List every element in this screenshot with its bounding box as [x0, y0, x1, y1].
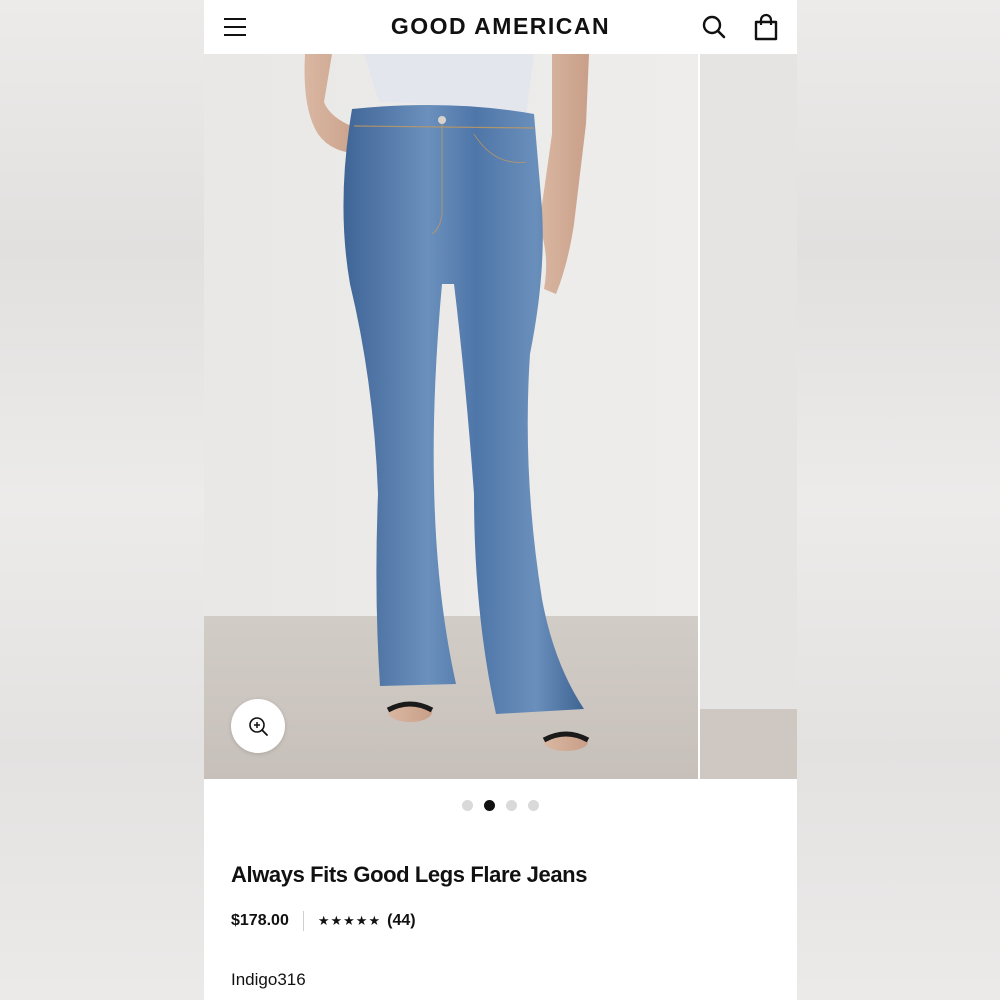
- product-page: GOOD AMERICAN Always Fits Good Legs Flar…: [204, 0, 797, 1000]
- shopping-bag-icon[interactable]: [751, 12, 781, 42]
- search-icon[interactable]: [699, 12, 729, 42]
- divider: [302, 911, 304, 931]
- product-image-next-peek[interactable]: [700, 54, 797, 779]
- zoom-in-icon: [249, 717, 268, 736]
- carousel-pagination: [204, 800, 797, 812]
- site-header: GOOD AMERICAN: [204, 0, 797, 54]
- price-rating-row: $178.00 ★★★★★ (44): [231, 910, 416, 932]
- backdrop-left: [0, 0, 204, 1000]
- backdrop-right: [797, 0, 1000, 1000]
- carousel-dot[interactable]: [528, 800, 539, 811]
- selected-color-name: Indigo316: [231, 970, 306, 989]
- product-image-gallery[interactable]: [204, 54, 797, 779]
- carousel-dot[interactable]: [506, 800, 517, 811]
- review-count[interactable]: (44): [387, 912, 415, 930]
- rating-stars[interactable]: ★★★★★: [318, 913, 381, 929]
- product-image-main[interactable]: [204, 54, 698, 779]
- carousel-dot-active[interactable]: [484, 800, 495, 811]
- product-title: Always Fits Good Legs Flare Jeans: [231, 862, 588, 887]
- zoom-button[interactable]: [231, 699, 285, 753]
- product-price: $178.00: [231, 912, 289, 929]
- carousel-dot[interactable]: [462, 800, 473, 811]
